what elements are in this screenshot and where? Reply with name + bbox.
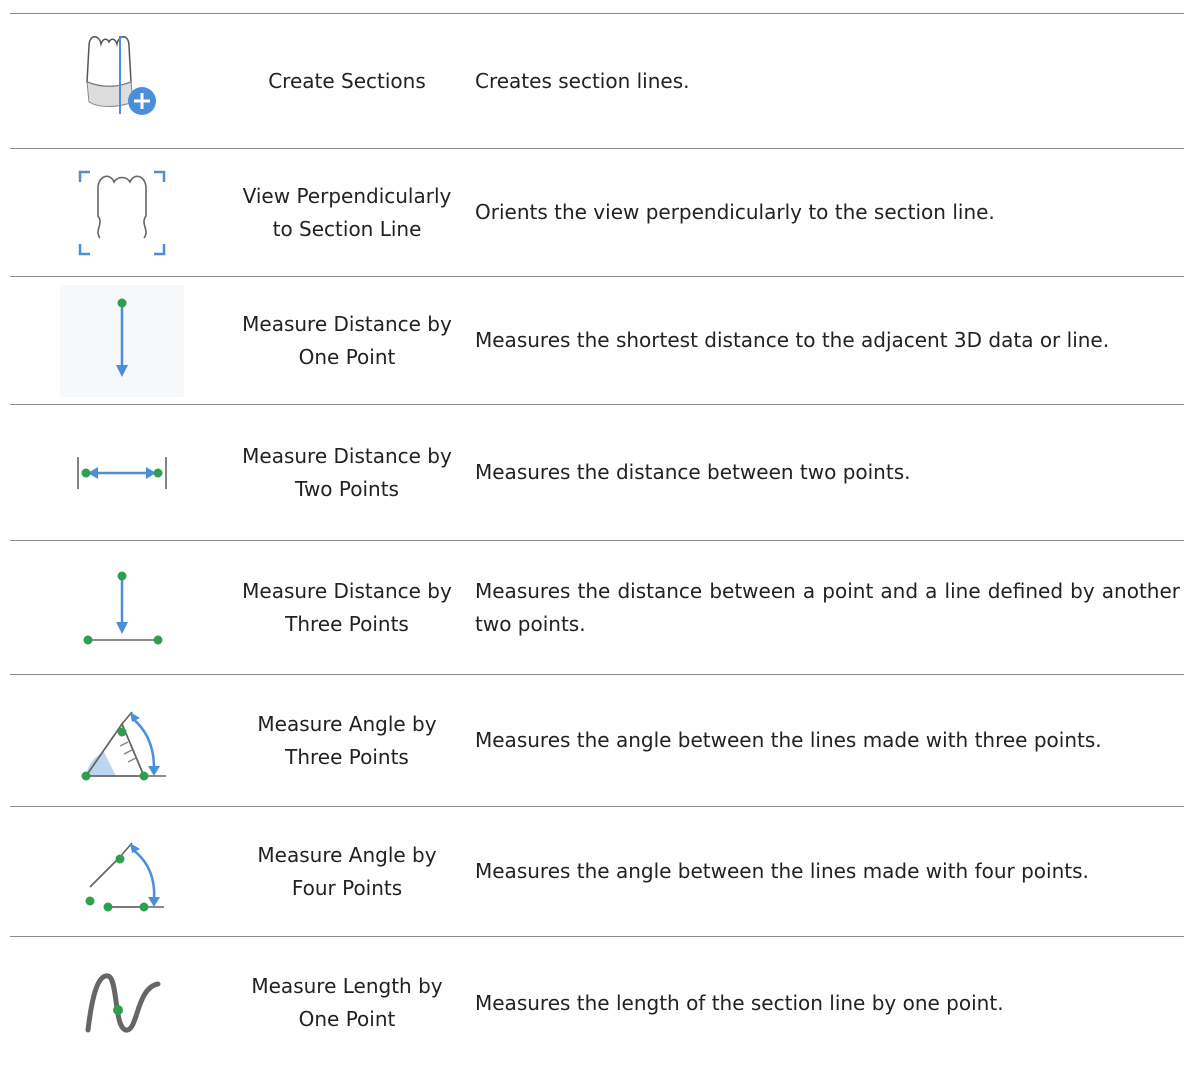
tool-name: Measure Angle by Four Points — [257, 842, 437, 900]
tool-name: Create Sections — [268, 68, 426, 93]
measure-distance-one-point-icon — [60, 284, 184, 397]
icon-cell — [10, 568, 234, 648]
measure-distance-three-points-icon — [74, 568, 170, 648]
tool-table: Create Sections Creates section lines. V… — [10, 13, 1184, 1069]
tool-description: Orients the view perpendicularly to the … — [475, 200, 995, 224]
table-row: Measure Angle by Three Points Measures t… — [10, 674, 1184, 806]
table-row: Measure Distance by Two Points Measures … — [10, 404, 1184, 540]
create-sections-icon — [77, 36, 167, 126]
tool-name: Measure Distance by One Point — [242, 311, 452, 369]
measure-angle-four-points-icon — [74, 829, 170, 915]
tool-name: Measure Angle by Three Points — [257, 711, 437, 769]
measure-length-one-point-icon — [74, 968, 170, 1038]
tool-description: Measures the shortest distance to the ad… — [475, 328, 1110, 352]
icon-cell — [10, 36, 234, 126]
measure-angle-three-points-icon — [74, 698, 170, 784]
icon-cell — [10, 968, 234, 1038]
icon-cell — [10, 453, 234, 493]
table-row: Create Sections Creates section lines. — [10, 13, 1184, 148]
table-row: View Perpendicularly to Section Line Ori… — [10, 148, 1184, 276]
tool-name: Measure Length by One Point — [251, 974, 443, 1031]
icon-cell — [10, 829, 234, 915]
tool-description: Measures the distance between a point an… — [475, 578, 1180, 636]
table-row: Measure Distance by One Point Measures t… — [10, 276, 1184, 404]
tool-name: Measure Distance by Three Points — [242, 578, 452, 636]
tool-description: Measures the distance between two points… — [475, 460, 911, 484]
tool-name: View Perpendicularly to Section Line — [242, 183, 452, 241]
icon-cell — [10, 284, 234, 397]
icon-cell — [10, 168, 234, 258]
tool-name: Measure Distance by Two Points — [242, 443, 452, 501]
icon-cell — [10, 698, 234, 784]
tool-description: Measures the angle between the lines mad… — [475, 728, 1102, 752]
table-row: Measure Angle by Four Points Measures th… — [10, 806, 1184, 936]
tool-description: Measures the angle between the lines mad… — [475, 859, 1089, 883]
table-row: Measure Length by One Point Measures the… — [10, 936, 1184, 1069]
tool-description: Measures the length of the section line … — [475, 990, 1004, 1015]
table-row: Measure Distance by Three Points Measure… — [10, 540, 1184, 674]
measure-distance-two-points-icon — [74, 453, 170, 493]
tool-description: Creates section lines. — [475, 68, 690, 93]
view-perpendicular-icon — [74, 168, 170, 258]
